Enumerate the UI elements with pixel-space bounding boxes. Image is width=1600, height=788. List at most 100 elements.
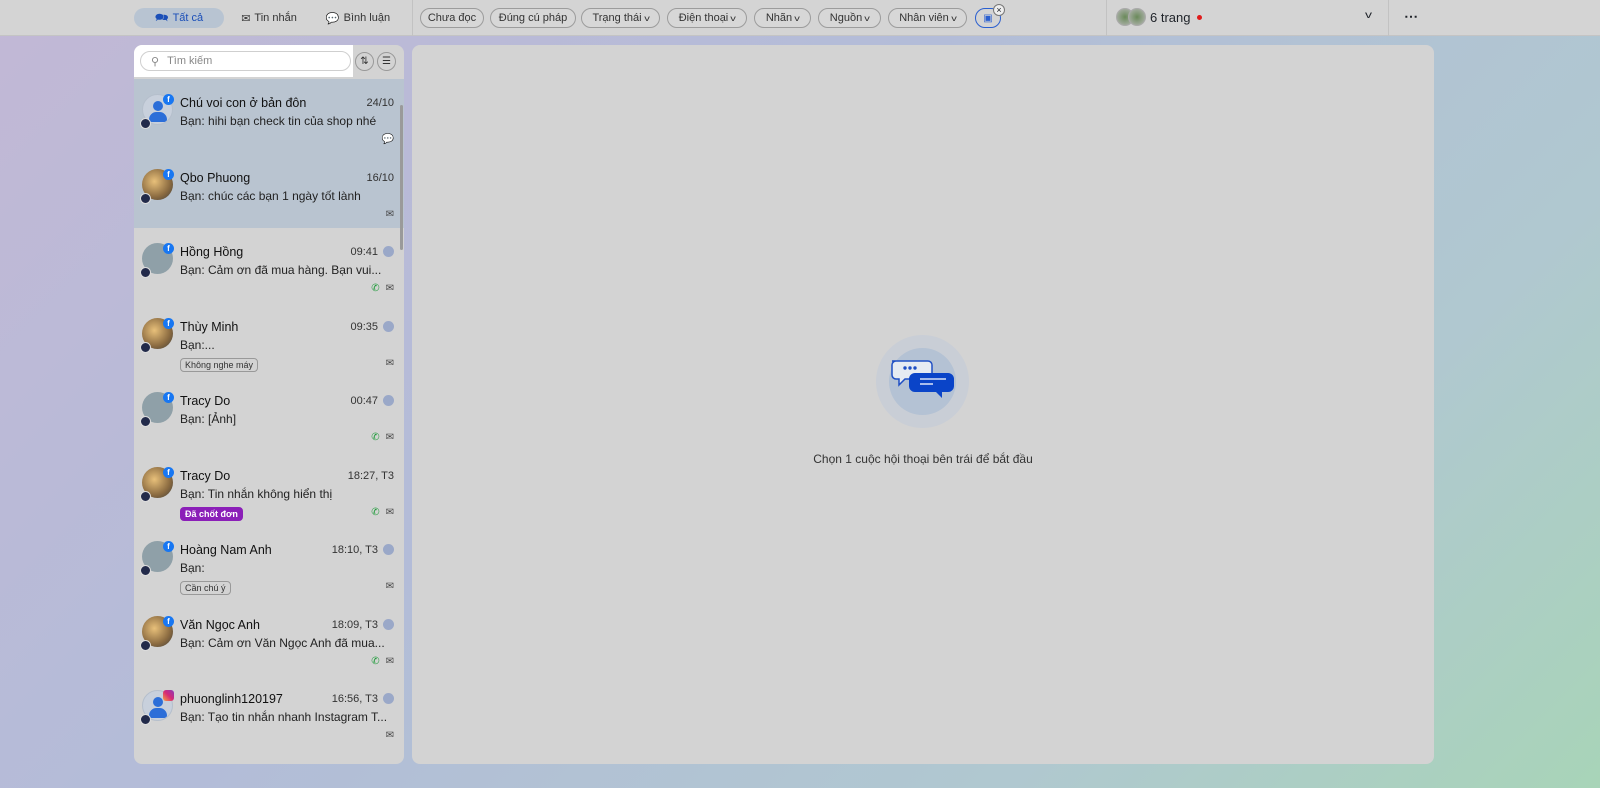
last-message: Bạn: hihi bạn check tin của shop nhé: [180, 114, 377, 128]
contact-name: Tracy Do: [180, 394, 231, 408]
channel-icons: ✉: [386, 730, 394, 741]
facebook-icon: f: [163, 94, 174, 105]
page-avatar: [140, 267, 151, 278]
conversation-item[interactable]: f Văn Ngọc Anh 18:09, T3 Bạn: Cảm ơn Văn…: [134, 601, 404, 676]
conversation-item[interactable]: f Tracy Do 18:27, T3 Bạn: Tin nhắn không…: [134, 452, 404, 527]
phone-icon: ✆: [371, 283, 380, 294]
timestamp: 24/10: [366, 97, 394, 109]
list-filter-button[interactable]: ☰: [377, 52, 396, 71]
contact-name: Thùy Minh: [180, 319, 239, 334]
contact-name: Hồng Hồng: [180, 245, 244, 259]
last-message: Bạn: Tạo tin nhắn nhanh Instagram T...: [180, 710, 388, 724]
scrollbar[interactable]: [400, 105, 403, 250]
phone-icon: ✆: [371, 655, 380, 667]
channel-icons: ✉: [386, 581, 394, 592]
conversation-item[interactable]: f Hồng Hồng 09:41 Bạn: Cảm ơn đã mua hàn…: [134, 228, 404, 303]
divider: [1388, 0, 1389, 36]
page-avatar: [140, 490, 151, 502]
filter-staff[interactable]: Nhân viên v: [888, 8, 967, 28]
conversation-view: Chọn 1 cuộc hội thoại bên trái để bắt đầ…: [412, 45, 1434, 764]
top-bar: 🗪 Tất cả ✉ Tin nhắn 💬 Bình luận Chưa đọc Đú…: [0, 0, 1600, 36]
chevron-down-icon: v: [794, 13, 800, 23]
facebook-icon: f: [163, 392, 174, 403]
conversation-item[interactable]: f Thùy Minh 09:35 Bạn:... Không nghe máy…: [134, 303, 404, 378]
mail-icon: ✉: [241, 12, 251, 25]
chevron-down-icon: v: [730, 13, 737, 23]
chat-bubbles-icon: [876, 335, 969, 428]
tab-all[interactable]: 🗪 Tất cả: [134, 8, 224, 28]
conversation-item[interactable]: f Tracy Do 00:47 Bạn: [Ảnh] ✆ ✉: [134, 377, 404, 452]
calendar-icon: ▣: [983, 12, 993, 24]
tag-badge: Đã chốt đơn: [180, 506, 243, 521]
divider: [412, 0, 413, 36]
divider: [1106, 0, 1107, 36]
assignee-avatar: [383, 320, 394, 332]
facebook-icon: f: [163, 168, 174, 180]
contact-name: Chú voi con ở bản đôn: [180, 96, 307, 110]
page-avatar: [140, 565, 151, 576]
tag-badge: Cần chú ý: [180, 581, 231, 595]
page-avatar: [140, 118, 151, 129]
contact-name: Tracy Do: [180, 468, 231, 483]
last-message: Bạn: chúc các bạn 1 ngày tốt lành: [180, 188, 361, 203]
filter-phone[interactable]: Điện thoại v: [667, 8, 747, 28]
mail-icon: ✉: [385, 357, 394, 369]
page-avatar: [140, 341, 151, 353]
last-message: Bạn:: [180, 561, 205, 575]
search-area: ⚲ Tìm kiếm: [134, 45, 353, 77]
conversation-item[interactable]: f Qbo Phuong 16/10 Bạn: chúc các bạn 1 n…: [134, 153, 404, 228]
mail-icon: ✉: [385, 208, 394, 220]
timestamp: 18:10, T3: [331, 544, 378, 556]
chevron-down-icon[interactable]: v: [1365, 10, 1372, 21]
mail-icon: ✉: [385, 581, 394, 592]
timestamp: 18:27, T3: [347, 469, 394, 482]
channel-icons: ✉: [386, 358, 394, 369]
tab-messages[interactable]: ✉ Tin nhắn: [230, 8, 308, 28]
comment-icon: 💬: [325, 12, 340, 25]
filter-source[interactable]: Nguồn v: [818, 8, 881, 28]
facebook-icon: f: [163, 615, 174, 627]
timestamp: 18:09, T3: [331, 618, 378, 631]
conversation-panel: ⚲ Tìm kiếm ⇅ ☰ f Chú voi con ở bản đôn 24…: [134, 45, 404, 764]
channel-icons: ✆ ✉: [371, 432, 394, 443]
chevron-down-icon: v: [864, 13, 871, 23]
page-avatar: [1128, 8, 1146, 26]
channel-icons: ✆ ✉: [371, 507, 394, 518]
assignee-avatar: [383, 618, 394, 630]
assignee-avatar: [383, 395, 394, 406]
timestamp: 16:56, T3: [331, 693, 378, 705]
close-icon: ×: [996, 5, 1002, 15]
search-input[interactable]: ⚲ Tìm kiếm: [140, 51, 351, 71]
filter-label[interactable]: Nhãn v: [754, 8, 811, 28]
mail-icon: ✉: [385, 730, 394, 741]
facebook-icon: f: [163, 243, 174, 254]
clear-date-button[interactable]: ×: [993, 4, 1005, 16]
facebook-icon: f: [163, 466, 174, 478]
conversation-item[interactable]: f Hoàng Nam Anh 18:10, T3 Bạn: Cần chú ý…: [134, 526, 404, 601]
filter-syntax[interactable]: Đúng cú pháp: [490, 8, 576, 28]
last-message: Bạn: Cảm ơn Văn Ngọc Anh đã mua...: [180, 635, 385, 650]
contact-name: Hoàng Nam Anh: [180, 543, 272, 557]
conversation-item[interactable]: phuonglinh120197 16:56, T3 Bạn: Tạo tin …: [134, 675, 404, 750]
tab-comments[interactable]: 💬 Bình luận: [318, 8, 398, 28]
chevron-down-icon: v: [950, 13, 957, 23]
sort-button[interactable]: ⇅: [355, 52, 374, 71]
contact-name: phuonglinh120197: [180, 692, 283, 706]
chat-icon: 🗪: [154, 11, 169, 24]
mail-icon: ✉: [385, 432, 394, 443]
phone-icon: ✆: [371, 432, 380, 443]
contact-name: Qbo Phuong: [180, 170, 251, 185]
page-selector[interactable]: 6 trang: [1116, 8, 1203, 26]
search-icon: ⚲: [151, 55, 160, 68]
filter-unread[interactable]: Chưa đọc: [420, 8, 484, 28]
timestamp: 09:35: [350, 320, 378, 333]
filter-status[interactable]: Trạng thái v: [581, 8, 660, 28]
more-icon[interactable]: ⋯: [1404, 8, 1418, 25]
timestamp: 16/10: [366, 171, 394, 184]
chevron-down-icon: v: [643, 13, 650, 23]
mail-icon: ✉: [385, 506, 394, 518]
tag-badge: Không nghe máy: [180, 357, 259, 372]
conversation-item[interactable]: f Chú voi con ở bản đôn 24/10 Bạn: hihi …: [134, 79, 404, 154]
facebook-icon: f: [163, 541, 174, 552]
unread-dot: [1197, 14, 1203, 20]
